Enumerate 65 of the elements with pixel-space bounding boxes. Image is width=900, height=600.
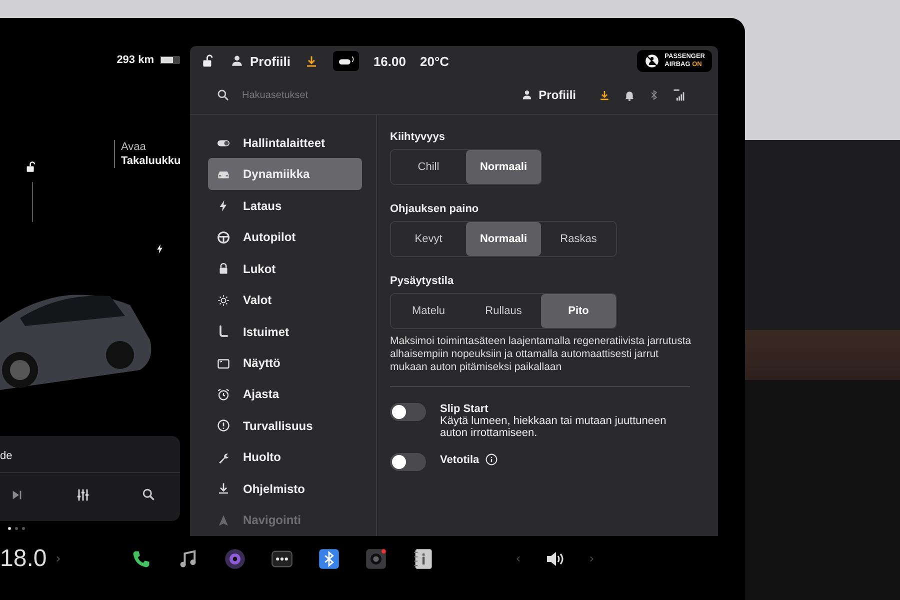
chevron-right-icon[interactable]	[588, 554, 596, 564]
camera-icon[interactable]	[365, 548, 387, 570]
segment-option[interactable]: Raskas	[541, 222, 616, 256]
exclamation-icon	[216, 418, 231, 434]
page-dot[interactable]	[8, 527, 11, 530]
segment-option[interactable]: Chill	[391, 150, 466, 184]
settings-menu-item[interactable]: Lukot	[208, 252, 362, 284]
segment-option[interactable]: Normaali	[466, 222, 541, 256]
section-title: Pysäytystila	[390, 275, 455, 287]
segment-option[interactable]: Normaali	[466, 150, 541, 184]
unlocked-padlock-icon[interactable]	[24, 160, 38, 174]
settings-menu-item[interactable]: Ohjelmisto	[208, 473, 362, 505]
profile-label[interactable]: Profiili	[250, 54, 290, 68]
bell-icon[interactable]	[623, 88, 636, 102]
notepad-icon[interactable]	[412, 548, 434, 570]
range-estimate: 293 km	[116, 54, 154, 66]
speaker-volume-icon[interactable]	[544, 549, 566, 569]
media-title: de	[0, 436, 180, 473]
toggle-title: Slip Start	[440, 403, 488, 415]
cabin-temperature[interactable]: 18.0	[0, 545, 47, 573]
settings-menu-item[interactable]: Ajasta	[208, 378, 362, 410]
trunk-button[interactable]: Avaa Takaluukku	[114, 140, 181, 168]
toggle-title: Vetotila	[440, 454, 480, 466]
profile-label[interactable]: Profiili	[538, 88, 576, 102]
sos-button[interactable]	[333, 51, 360, 71]
settings-menu-item[interactable]: Autopilot	[208, 221, 362, 253]
person-icon	[230, 54, 244, 68]
settings-menu-item[interactable]: Turvallisuus	[208, 410, 362, 442]
settings-menu-item[interactable]: Valot	[208, 284, 362, 316]
airbag-off-icon	[644, 53, 660, 69]
settings-menu-item[interactable]: Näyttö	[208, 347, 362, 379]
segment-option[interactable]: Pito	[541, 294, 616, 328]
toggle-switch[interactable]	[390, 403, 426, 421]
page-dot[interactable]	[15, 527, 18, 530]
settings-menu-item[interactable]: Istuimet	[208, 316, 362, 348]
download-icon	[216, 481, 231, 496]
segment-option[interactable]: Matelu	[391, 294, 466, 328]
toggle-description: Käytä lumeen, hiekkaan tai mutaan juuttuneen auton irrottamiseen.	[440, 415, 668, 439]
equalizer-icon[interactable]	[74, 486, 90, 503]
person-icon	[520, 89, 533, 101]
chevron-left-icon[interactable]	[514, 554, 522, 564]
settings-menu-item[interactable]: Dynamiikka	[208, 158, 362, 190]
info-icon[interactable]	[485, 453, 498, 466]
description-text: Maksimoi toimintasäteen laajentamalla regeneratiivista jarrutusta alhaisempiin nopeuksiin ja ottamalla automaattisesti jarrut mukaan auton pitämiseksi paikallaan	[390, 335, 692, 374]
segment-option[interactable]: Rullaus	[466, 294, 541, 328]
section-title: Ohjauksen paino	[390, 203, 480, 215]
search-icon[interactable]	[216, 88, 230, 102]
outside-temperature: 20°C	[420, 54, 450, 68]
more-dots-icon[interactable]	[271, 548, 293, 570]
section-title: Kiihtyvyys	[390, 131, 446, 143]
settings-menu-item[interactable]: Hallintalaitteet	[208, 127, 362, 158]
battery-icon	[160, 54, 182, 65]
segment-option[interactable]: Kevyt	[391, 222, 466, 256]
bluetooth-icon[interactable]	[318, 548, 340, 570]
page-dot[interactable]	[22, 527, 25, 530]
steering-wheel-icon	[216, 230, 231, 245]
search-icon[interactable]	[141, 487, 156, 502]
settings-menu-item[interactable]: Lataus	[208, 190, 362, 222]
camera-lens-icon[interactable]	[224, 548, 246, 570]
alarm-clock-icon	[216, 386, 231, 402]
settings-menu-item[interactable]: Huolto	[208, 442, 362, 474]
sun-icon	[216, 292, 231, 308]
download-icon[interactable]	[598, 88, 611, 102]
toggle-switch[interactable]	[390, 453, 426, 471]
clock: 16.00	[373, 54, 406, 68]
